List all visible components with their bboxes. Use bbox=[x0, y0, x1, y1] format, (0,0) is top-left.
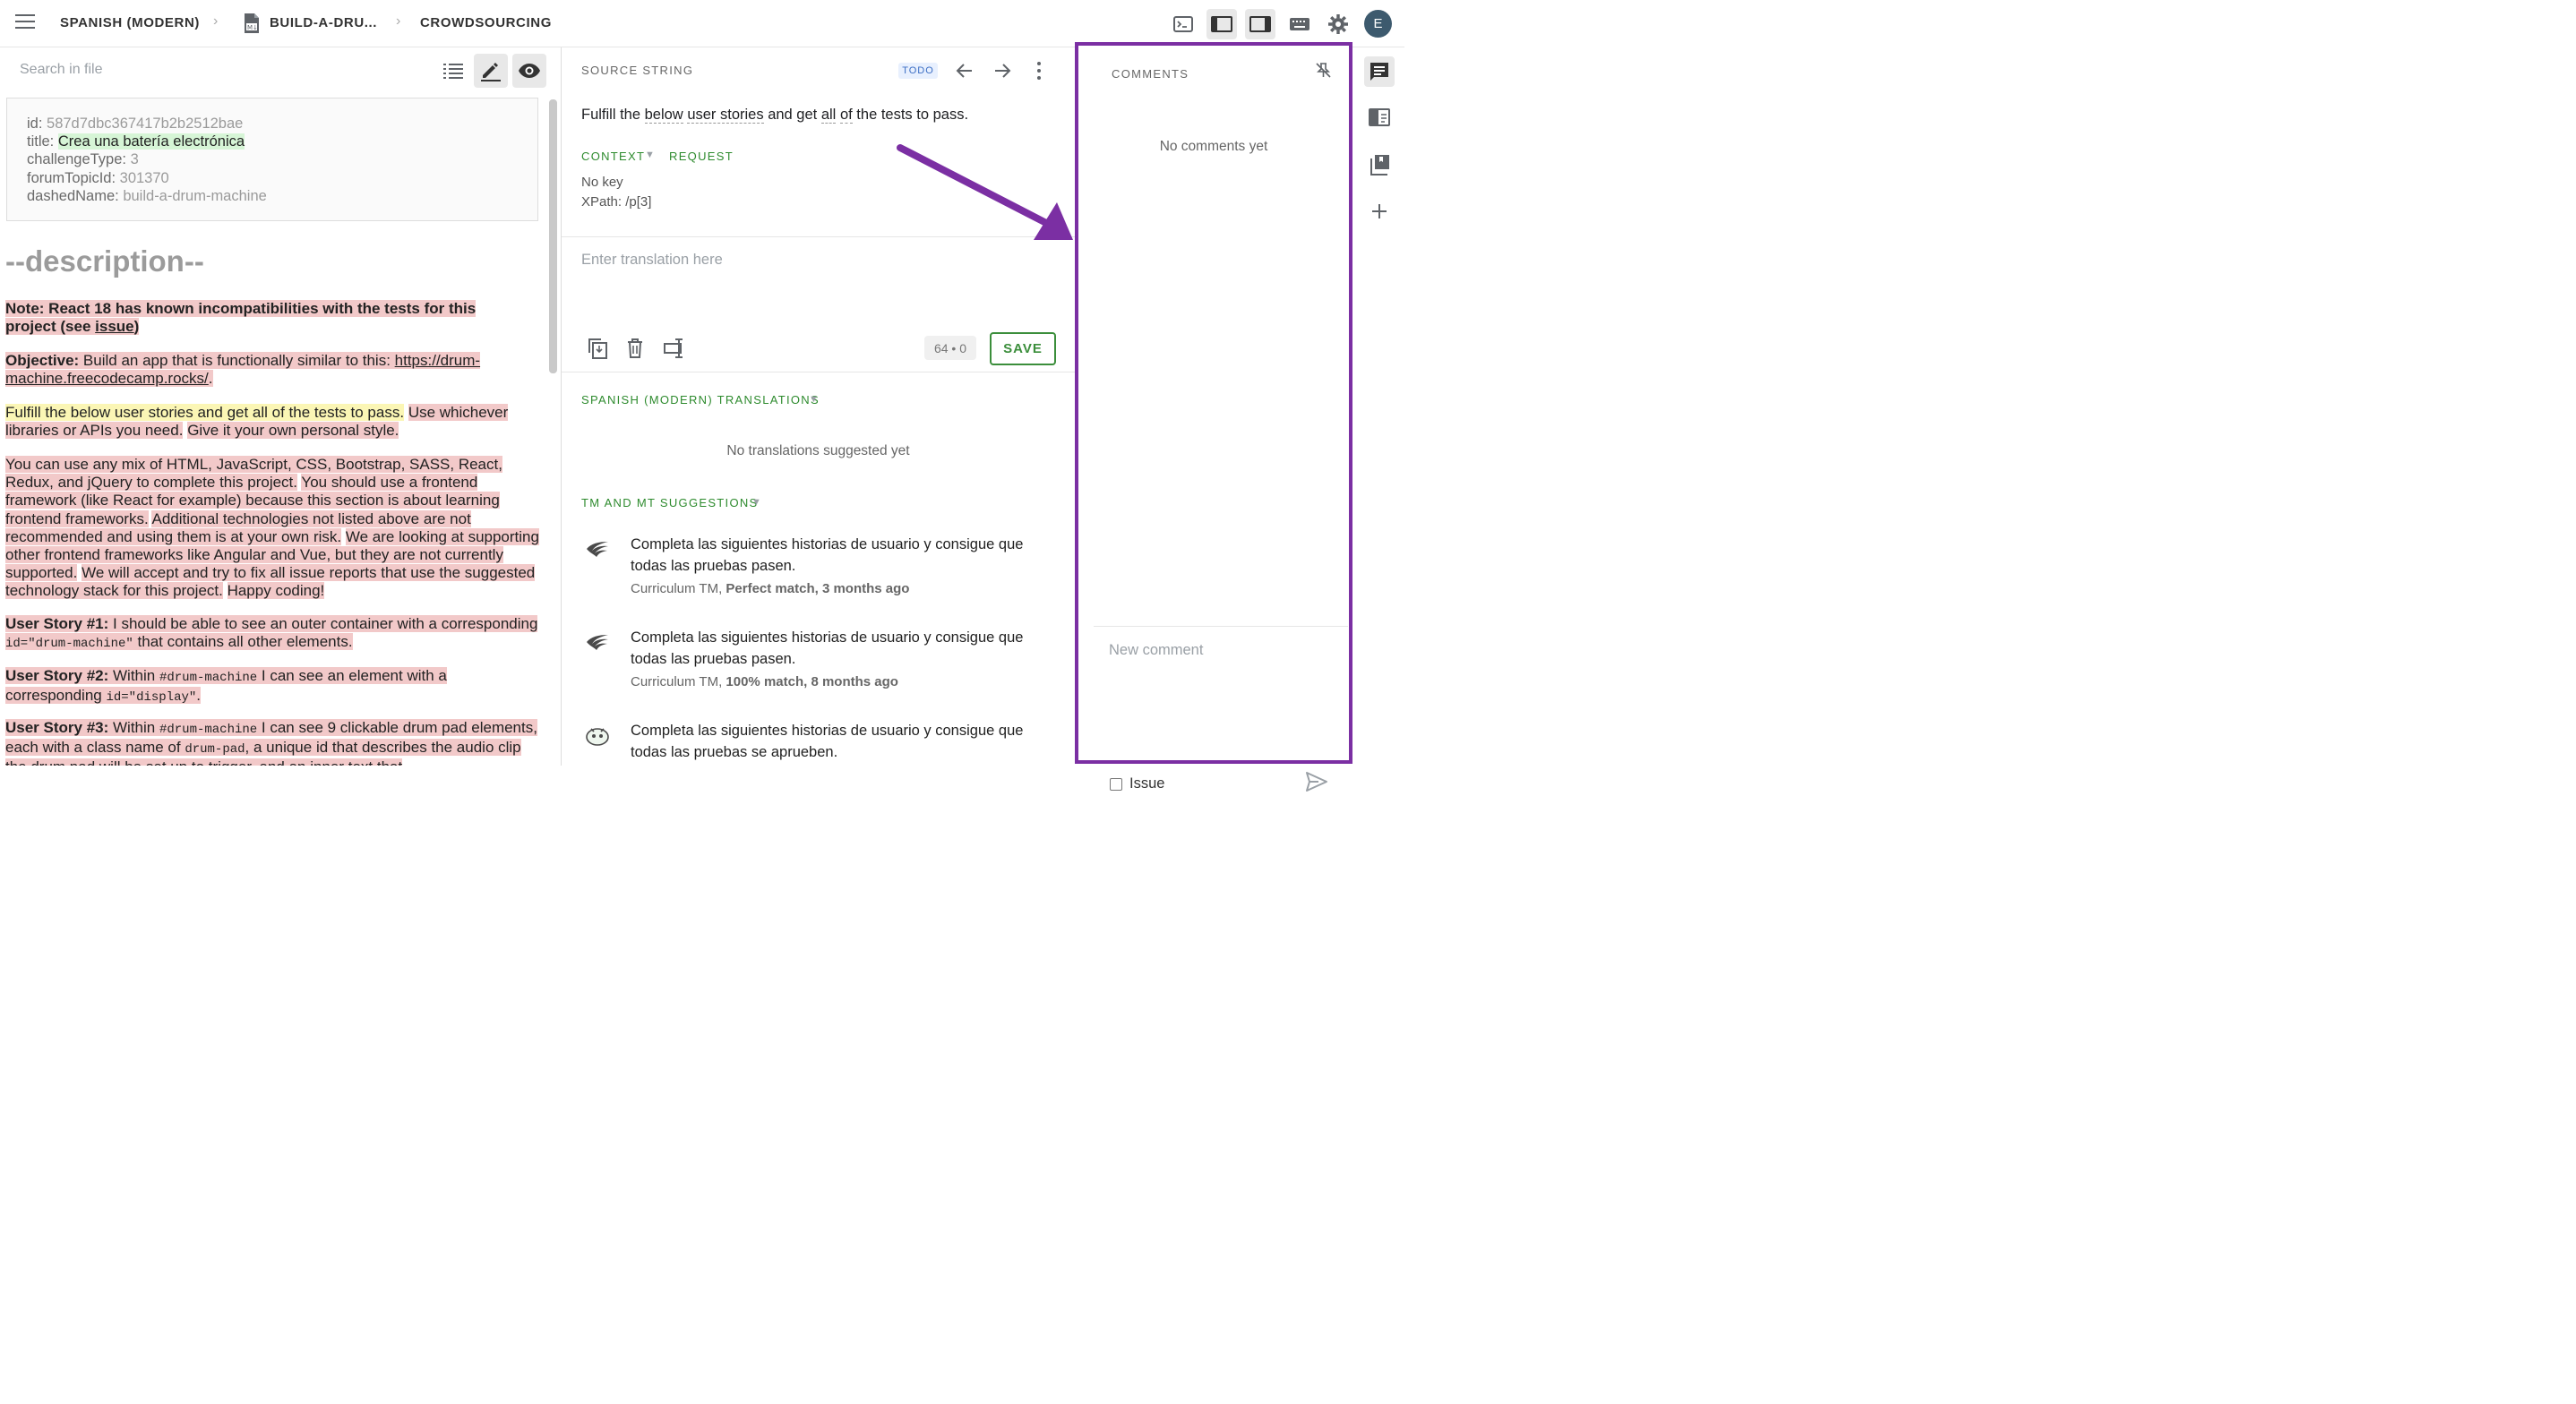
suggestion-text[interactable]: Completa las siguientes historias de usu… bbox=[631, 534, 1025, 577]
arrow-left-icon[interactable] bbox=[955, 61, 975, 81]
add-icon[interactable] bbox=[1364, 196, 1395, 227]
file-preview-pane: Search in file id: 587d7dbc367417b2b2512… bbox=[0, 47, 562, 766]
library-tab-icon[interactable] bbox=[1364, 150, 1395, 180]
trash-icon[interactable] bbox=[626, 338, 644, 359]
source-string-label: SOURCE STRING bbox=[581, 64, 694, 77]
user-story-1[interactable]: User Story #1: I should be able to see a… bbox=[5, 615, 543, 653]
search-input[interactable]: Search in file bbox=[20, 62, 103, 78]
edit-pencil-icon[interactable] bbox=[474, 54, 508, 88]
comments-panel: COMMENTS No comments yet New comment Iss… bbox=[1075, 42, 1352, 792]
chevron-down-icon[interactable]: ▼ bbox=[751, 497, 761, 508]
suggestion-text[interactable]: Completa las siguientes historias de usu… bbox=[631, 720, 1025, 763]
gear-icon[interactable] bbox=[1323, 9, 1353, 39]
text-direction-icon[interactable] bbox=[663, 337, 686, 360]
divider bbox=[562, 236, 1075, 237]
context-key: No key bbox=[581, 175, 623, 190]
glossary-tab-icon[interactable] bbox=[1364, 103, 1395, 133]
tab-context[interactable]: CONTEXT bbox=[581, 150, 645, 163]
breadcrumb-project[interactable]: SPANISH (MODERN) bbox=[60, 15, 200, 30]
suggestion-meta: Curriculum TM, Perfect match, 3 months a… bbox=[631, 581, 910, 596]
user-story-3[interactable]: User Story #3: Within #drum-machine I ca… bbox=[5, 719, 543, 766]
breadcrumb-file[interactable]: BUILD-A-DRU... bbox=[270, 15, 377, 30]
curriculum-tm-icon bbox=[587, 542, 608, 557]
machine-translation-icon bbox=[586, 728, 609, 746]
chevron-down-icon[interactable]: ▼ bbox=[645, 150, 655, 160]
tab-request[interactable]: REQUEST bbox=[669, 150, 734, 163]
menu-icon[interactable] bbox=[15, 14, 35, 30]
user-story-2[interactable]: User Story #2: Within #drum-machine I ca… bbox=[5, 667, 543, 706]
top-bar: SPANISH (MODERN) › M↓ BUILD-A-DRU... › C… bbox=[0, 0, 1404, 47]
save-button[interactable]: SAVE bbox=[990, 332, 1056, 365]
right-panel-toggle-icon[interactable] bbox=[1245, 9, 1275, 39]
arrow-right-icon[interactable] bbox=[992, 61, 1012, 81]
translation-input[interactable]: Enter translation here bbox=[581, 252, 723, 269]
new-comment-input[interactable]: New comment bbox=[1109, 642, 1203, 659]
svg-text:M↓: M↓ bbox=[247, 24, 258, 31]
note-paragraph[interactable]: Note: React 18 has known incompatibiliti… bbox=[5, 300, 543, 336]
chevron-down-icon[interactable]: ▼ bbox=[809, 394, 819, 405]
scrollbar[interactable] bbox=[549, 99, 557, 373]
fulfill-paragraph[interactable]: Fulfill the below user stories and get a… bbox=[5, 404, 543, 440]
tm-suggestions-toggle[interactable]: TM AND MT SUGGESTIONS bbox=[581, 496, 759, 509]
objective-paragraph[interactable]: Objective: Build an app that is function… bbox=[5, 352, 543, 388]
chevron-right-icon: › bbox=[213, 13, 219, 29]
issue-checkbox-row[interactable]: Issue bbox=[1110, 775, 1164, 792]
context-xpath: XPath: /p[3] bbox=[581, 194, 652, 210]
new-comment-box[interactable]: New comment Issue bbox=[1094, 626, 1348, 792]
send-icon[interactable] bbox=[1305, 771, 1328, 792]
eye-preview-icon[interactable] bbox=[512, 54, 546, 88]
meta-row: dashedName: build-a-drum-machine bbox=[27, 187, 267, 204]
comments-tab-icon[interactable] bbox=[1364, 56, 1395, 87]
front-matter-block: id: 587d7dbc367417b2b2512bae title: Crea… bbox=[6, 98, 538, 221]
todo-badge: TODO bbox=[898, 63, 938, 79]
chevron-right-icon: › bbox=[396, 13, 401, 29]
no-translations-message: No translations suggested yet bbox=[726, 443, 910, 458]
description-heading: --description-- bbox=[5, 244, 204, 278]
markdown-file-icon: M↓ bbox=[245, 13, 259, 33]
copy-source-icon[interactable] bbox=[587, 337, 608, 360]
meta-row: id: 587d7dbc367417b2b2512bae bbox=[27, 116, 244, 132]
avatar[interactable]: E bbox=[1364, 10, 1392, 38]
terminal-icon[interactable] bbox=[1168, 9, 1198, 39]
left-panel-toggle-icon[interactable] bbox=[1206, 9, 1237, 39]
list-icon[interactable] bbox=[436, 54, 470, 88]
unpin-icon[interactable] bbox=[1314, 61, 1332, 79]
curriculum-tm-icon bbox=[587, 635, 608, 650]
character-count: 64 • 0 bbox=[924, 336, 976, 360]
source-string-text: Fulfill the below user stories and get a… bbox=[581, 107, 969, 124]
meta-row: challengeType: 3 bbox=[27, 151, 139, 168]
right-rail bbox=[1354, 47, 1404, 766]
editor-pane: SOURCE STRING TODO Fulfill the below use… bbox=[562, 47, 1075, 766]
issue-checkbox[interactable] bbox=[1110, 777, 1122, 791]
comments-title: COMMENTS bbox=[1112, 67, 1189, 81]
breadcrumb-section: CROWDSOURCING bbox=[420, 15, 552, 30]
meta-row: title: Crea una batería electrónica bbox=[27, 133, 245, 150]
translations-section-toggle[interactable]: SPANISH (MODERN) TRANSLATIONS bbox=[581, 393, 820, 407]
mix-paragraph[interactable]: You can use any mix of HTML, JavaScript,… bbox=[5, 456, 543, 601]
suggestion-text[interactable]: Completa las siguientes historias de usu… bbox=[631, 627, 1025, 670]
meta-row: forumTopicId: 301370 bbox=[27, 169, 169, 186]
no-comments-message: No comments yet bbox=[1159, 139, 1268, 154]
more-vert-icon[interactable] bbox=[1032, 61, 1046, 81]
suggestion-meta: Curriculum TM, 100% match, 8 months ago bbox=[631, 674, 898, 689]
keyboard-icon[interactable] bbox=[1284, 9, 1315, 39]
issue-label: Issue bbox=[1129, 775, 1165, 792]
